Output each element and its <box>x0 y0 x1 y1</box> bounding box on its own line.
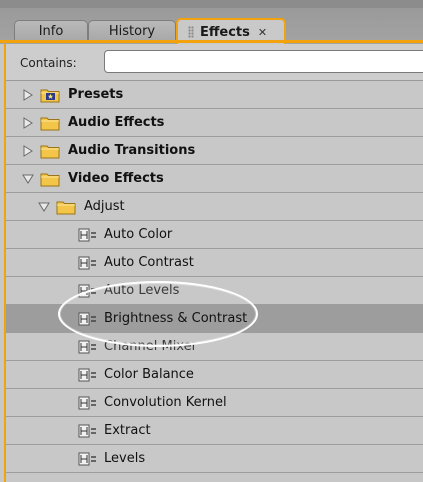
folder-item[interactable]: Adjust <box>6 193 423 221</box>
effect-item[interactable]: Auto Contrast <box>6 249 423 277</box>
folder-item[interactable]: Video Effects <box>6 165 423 193</box>
grip-icon[interactable] <box>188 26 194 38</box>
tab-history-label: History <box>108 23 156 39</box>
search-label: Contains: <box>20 56 77 70</box>
folder-item[interactable]: Presets <box>6 81 423 109</box>
disclosure-triangle-collapsed-icon[interactable] <box>20 116 36 130</box>
effect-icon <box>78 423 98 439</box>
folder-icon <box>40 171 60 187</box>
effect-item[interactable]: Levels <box>6 445 423 473</box>
effects-panel-window: Info History Effects ✕ Contains: Presets… <box>0 0 423 482</box>
effects-tree: Presets Audio Effects Audio Transitions Vid… <box>6 81 423 473</box>
effect-icon <box>78 395 98 411</box>
effect-item-label: Channel Mixer <box>104 339 197 354</box>
folder-item-label: Video Effects <box>68 171 164 186</box>
folder-item-label: Audio Effects <box>68 115 165 130</box>
effect-item[interactable]: Extract <box>6 417 423 445</box>
presets-folder-icon <box>40 87 60 103</box>
effect-icon <box>78 227 98 243</box>
effect-item[interactable]: Brightness & Contrast <box>6 305 423 333</box>
folder-icon <box>40 143 60 159</box>
effect-item[interactable]: Channel Mixer <box>6 333 423 361</box>
folder-item-label: Presets <box>68 87 124 102</box>
folder-icon <box>40 115 60 131</box>
folder-item[interactable]: Audio Transitions <box>6 137 423 165</box>
tab-strip: Info History Effects ✕ <box>0 0 423 44</box>
effect-item-label: Levels <box>104 451 146 466</box>
effect-item-label: Brightness & Contrast <box>104 311 248 326</box>
effect-icon <box>78 283 98 299</box>
folder-item-label: Audio Transitions <box>68 143 196 158</box>
folder-item[interactable]: Audio Effects <box>6 109 423 137</box>
effect-item-label: Extract <box>104 423 151 438</box>
effect-item-label: Color Balance <box>104 367 194 382</box>
folder-icon <box>56 199 76 215</box>
tab-effects-label: Effects <box>200 24 250 40</box>
folder-item-label: Adjust <box>84 199 125 214</box>
search-input[interactable] <box>104 50 423 73</box>
effect-icon <box>78 451 98 467</box>
disclosure-triangle-expanded-icon[interactable] <box>36 200 52 214</box>
effect-item-label: Auto Color <box>104 227 173 242</box>
tab-info[interactable]: Info <box>14 20 88 41</box>
disclosure-triangle-collapsed-icon[interactable] <box>20 144 36 158</box>
tab-history[interactable]: History <box>88 20 176 41</box>
effect-icon <box>78 255 98 271</box>
disclosure-triangle-expanded-icon[interactable] <box>20 172 36 186</box>
search-row: Contains: <box>6 44 423 81</box>
effects-panel: Contains: Presets Audio Effects Audio Tran… <box>4 44 423 482</box>
effect-item[interactable]: Convolution Kernel <box>6 389 423 417</box>
close-icon[interactable]: ✕ <box>258 26 267 39</box>
effect-item-label: Auto Levels <box>104 283 180 298</box>
effect-icon <box>78 339 98 355</box>
effect-item[interactable]: Color Balance <box>6 361 423 389</box>
effect-icon <box>78 367 98 383</box>
disclosure-triangle-collapsed-icon[interactable] <box>20 88 36 102</box>
active-panel-border <box>0 40 423 43</box>
effect-item-label: Auto Contrast <box>104 255 194 270</box>
effect-item[interactable]: Auto Levels <box>6 277 423 305</box>
effect-item[interactable]: Auto Color <box>6 221 423 249</box>
tab-info-label: Info <box>38 23 64 39</box>
effect-item-label: Convolution Kernel <box>104 395 227 410</box>
effect-icon <box>78 311 98 327</box>
